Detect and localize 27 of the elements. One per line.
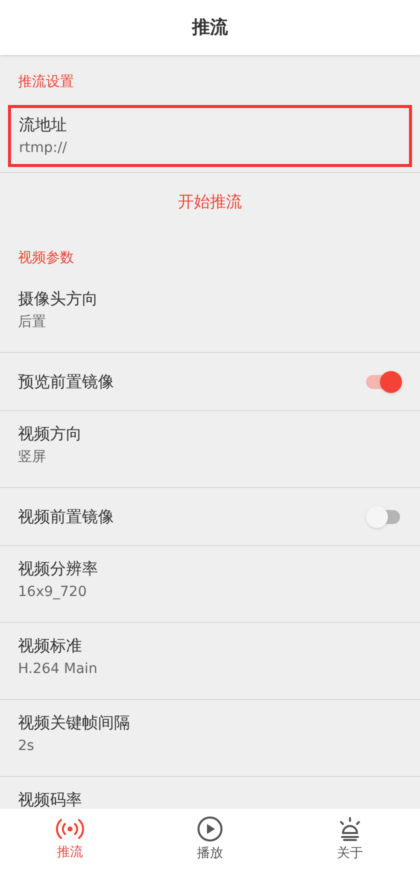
setting-value: 16x9_720 xyxy=(18,583,88,602)
setting-label: 视频关键帧间隔 xyxy=(18,712,131,734)
setting-label: 视频分辨率 xyxy=(18,558,99,580)
setting-label: 视频标准 xyxy=(18,635,83,657)
setting-value: 2s xyxy=(18,737,36,756)
setting-label: 摄像头方向 xyxy=(18,288,99,310)
broadcast-icon xyxy=(56,817,84,842)
play-icon xyxy=(197,816,223,842)
toggle-switch[interactable] xyxy=(366,506,402,528)
nav-tab[interactable]: 关于 xyxy=(280,809,420,871)
nav-tab[interactable]: 播放 xyxy=(140,809,280,871)
alarm-light-icon xyxy=(337,816,363,842)
setting-label: 视频前置镜像 xyxy=(18,506,114,528)
nav-tab[interactable]: 推流 xyxy=(0,809,140,871)
setting-value: H.264 Main xyxy=(18,660,98,679)
section-header: 推流设置 xyxy=(18,74,74,90)
setting-label: 视频码率 xyxy=(18,789,83,809)
setting-value: 后置 xyxy=(18,313,47,332)
setting-value: 竖屏 xyxy=(18,448,47,467)
setting-label: 预览前置镜像 xyxy=(18,370,114,392)
setting-label: 流地址 xyxy=(19,114,68,136)
toggle-switch[interactable] xyxy=(366,370,402,392)
setting-value: rtmp:// xyxy=(19,139,68,158)
page-title: 推流 xyxy=(192,16,228,40)
highlight-frame[interactable]: 流地址 rtmp:// xyxy=(8,105,412,167)
section-header: 视频参数 xyxy=(18,250,74,266)
setting-label: 视频方向 xyxy=(18,423,83,445)
